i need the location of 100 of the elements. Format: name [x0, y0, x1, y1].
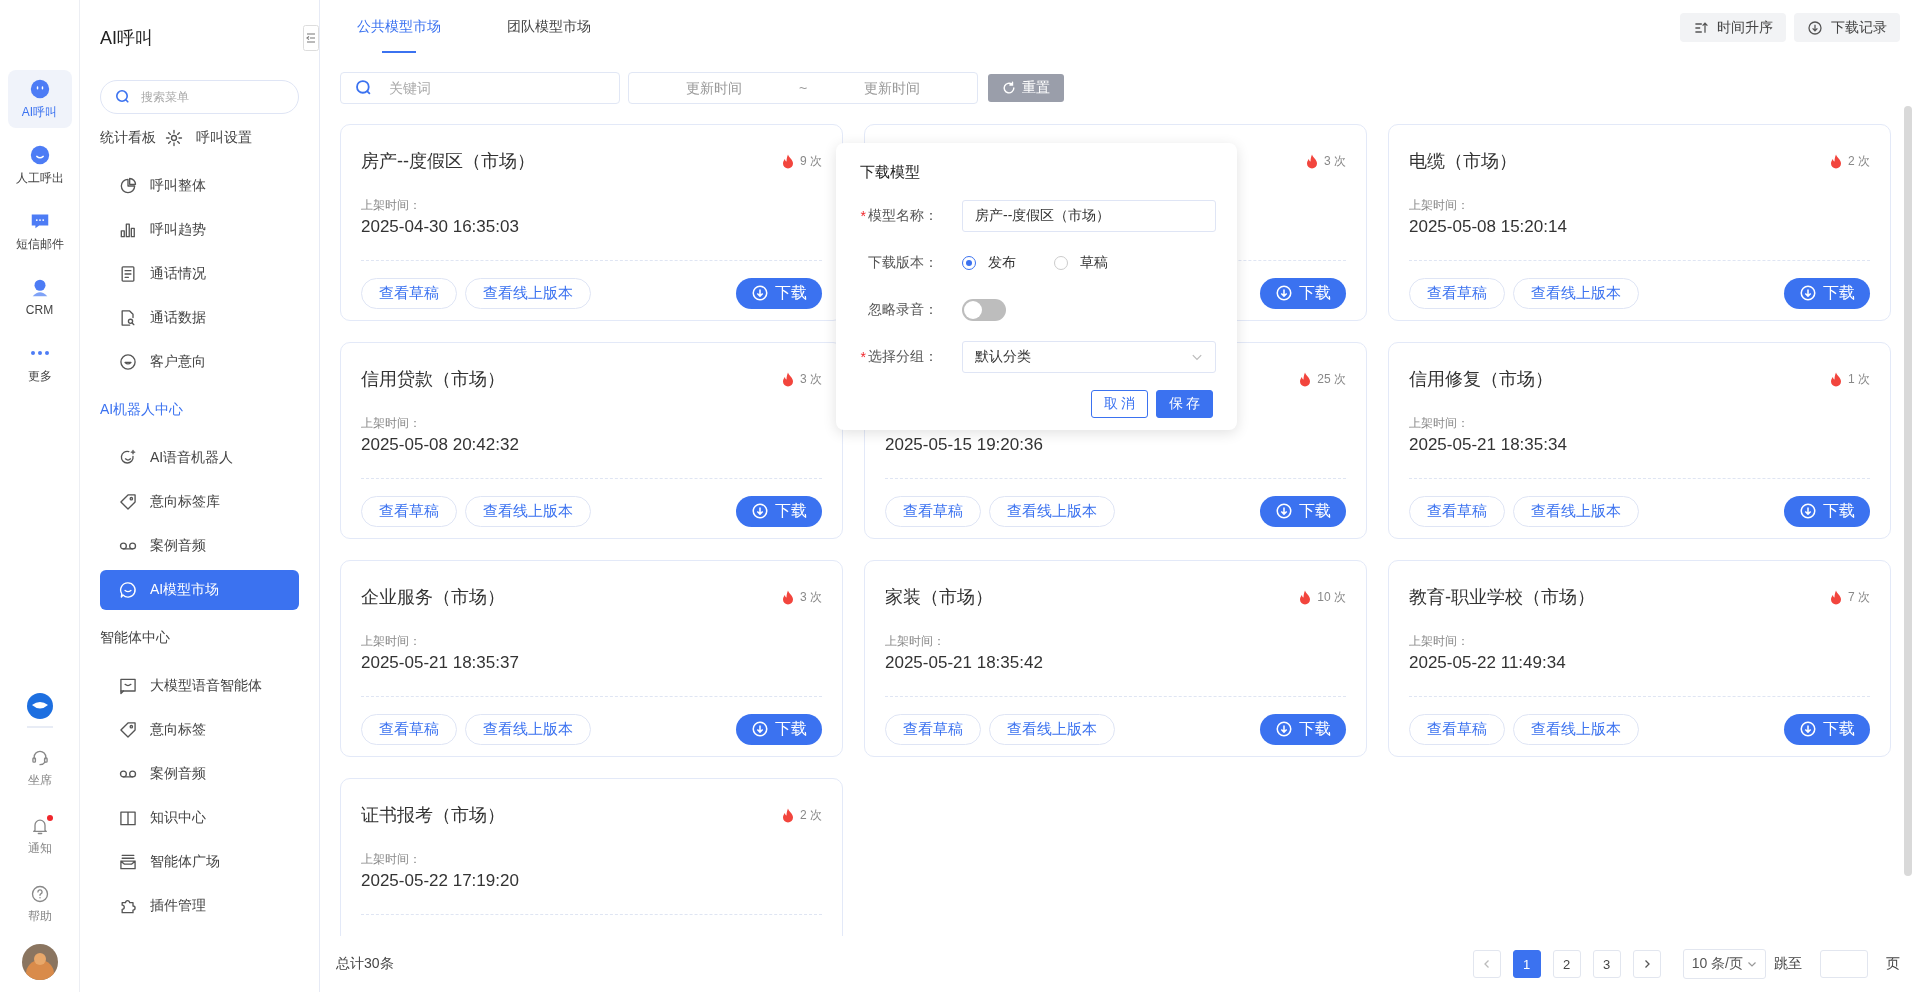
toggle-switch[interactable]: [962, 298, 1006, 321]
menu-item[interactable]: 意向标签库: [100, 482, 299, 522]
cancel-button[interactable]: 取 消: [1091, 390, 1148, 418]
model-name-field[interactable]: 房产--度假区（市场）: [962, 199, 1216, 232]
menu-section-title: 智能体中心: [100, 629, 170, 647]
download-button[interactable]: 下载: [1784, 495, 1870, 527]
view-online-button[interactable]: 查看线上版本: [465, 495, 591, 527]
menu-item[interactable]: 插件管理: [100, 886, 299, 926]
view-online-button[interactable]: 查看线上版本: [1513, 277, 1639, 309]
menu-item[interactable]: 案例音频: [100, 526, 299, 566]
download-button[interactable]: 下载: [1260, 713, 1346, 745]
tab[interactable]: 公共模型市场: [356, 0, 442, 53]
menu-title: AI呼叫: [100, 27, 154, 50]
view-draft-button[interactable]: 查看草稿: [885, 713, 981, 745]
avatar[interactable]: [21, 944, 58, 980]
view-draft-button[interactable]: 查看草稿: [1409, 495, 1505, 527]
flame-icon: [1299, 589, 1312, 605]
rail-nav-item[interactable]: 通知: [7, 808, 72, 864]
rail-nav-item[interactable]: AI呼叫: [7, 70, 72, 128]
page-button[interactable]: 3: [1592, 950, 1621, 978]
listed-label: 上架时间：: [361, 416, 421, 430]
keyword-input[interactable]: 关键词: [387, 79, 605, 97]
start-date-field[interactable]: 更新时间: [629, 79, 799, 97]
download-history-button[interactable]: 下载记录: [1794, 13, 1900, 42]
field-label: 模型名称：: [868, 206, 938, 225]
download-button[interactable]: 下载: [1260, 495, 1346, 527]
rail-nav-item[interactable]: 人工呼出: [7, 136, 72, 194]
menu-item[interactable]: 呼叫趋势: [100, 210, 299, 250]
rail-nav-item[interactable]: 更多: [7, 334, 72, 392]
tag-icon: [118, 492, 138, 512]
menu-item[interactable]: 通话情况: [100, 254, 299, 294]
download-count: 3 次: [1324, 152, 1346, 170]
group-select[interactable]: 默认分类: [962, 340, 1216, 373]
view-draft-button[interactable]: 查看草稿: [361, 713, 457, 745]
view-online-button[interactable]: 查看线上版本: [989, 495, 1115, 527]
menu-item[interactable]: 呼叫设置: [156, 118, 252, 158]
reset-button[interactable]: 重置: [988, 74, 1064, 102]
view-online-button[interactable]: 查看线上版本: [465, 277, 591, 309]
page-size-select[interactable]: 10 条/页: [1682, 949, 1766, 979]
download-count: 1 次: [1848, 370, 1870, 388]
flame-icon: [1830, 371, 1842, 387]
view-online-button[interactable]: 查看线上版本: [1513, 495, 1639, 527]
card-title: 信用贷款（市场）: [361, 368, 505, 391]
listed-time: 2025-05-21 18:35:42: [885, 653, 1043, 672]
end-date-field[interactable]: 更新时间: [807, 79, 977, 97]
radio-option[interactable]: 草稿: [1054, 253, 1108, 272]
download-button[interactable]: 下载: [736, 495, 822, 527]
view-draft-button[interactable]: 查看草稿: [1409, 277, 1505, 309]
radio-option[interactable]: 发布: [962, 253, 1016, 272]
menu-item[interactable]: AI模型市场: [100, 570, 299, 610]
tab[interactable]: 团队模型市场: [506, 0, 592, 53]
view-draft-button[interactable]: 查看草稿: [361, 495, 457, 527]
card-title: 房产--度假区（市场）: [361, 150, 535, 173]
page-button[interactable]: 1: [1512, 950, 1541, 978]
download-button[interactable]: 下载: [736, 713, 822, 745]
menu-item[interactable]: 案例音频: [100, 754, 299, 794]
chevron-down-icon: [1747, 959, 1757, 969]
menu-item[interactable]: 大模型语音智能体: [100, 666, 299, 706]
download-count: 3 次: [800, 588, 822, 606]
download-button[interactable]: 下载: [736, 277, 822, 309]
menu-item[interactable]: 知识中心: [100, 798, 299, 838]
keyword-field[interactable]: 关键词: [340, 72, 620, 104]
next-page-button[interactable]: [1632, 950, 1661, 978]
date-range-field[interactable]: 更新时间 ~ 更新时间: [628, 72, 978, 104]
rail-nav-item[interactable]: 帮助: [7, 876, 72, 932]
download-button[interactable]: 下载: [1784, 713, 1870, 745]
view-draft-button[interactable]: 查看草稿: [885, 495, 981, 527]
rail-nav-item[interactable]: 短信邮件: [7, 202, 72, 260]
rail-nav-item[interactable]: 坐席: [7, 740, 72, 796]
menu-item[interactable]: 通话数据: [100, 298, 299, 338]
page-button[interactable]: 2: [1552, 950, 1581, 978]
view-online-button[interactable]: 查看线上版本: [1513, 713, 1639, 745]
menu-item[interactable]: 呼叫整体: [100, 166, 299, 206]
page-number-field[interactable]: [1820, 950, 1868, 978]
flame-icon: [782, 589, 794, 605]
more-icon: [30, 350, 49, 355]
search-icon: [115, 89, 131, 105]
view-online-button[interactable]: 查看线上版本: [989, 713, 1115, 745]
rail-nav-item[interactable]: CRM: [7, 268, 72, 326]
menu-search-input[interactable]: 搜索菜单: [139, 89, 284, 105]
scrollbar[interactable]: [1904, 106, 1912, 876]
menu-item[interactable]: 客户意向: [100, 342, 299, 382]
view-draft-button[interactable]: 查看草稿: [361, 277, 457, 309]
listed-time: 2025-05-22 17:19:20: [361, 871, 519, 890]
download-circle-icon: [1275, 720, 1293, 738]
menu-item[interactable]: AI语音机器人: [100, 438, 299, 478]
save-button[interactable]: 保 存: [1156, 390, 1213, 418]
download-count: 2 次: [1848, 152, 1870, 170]
flame-icon: [1830, 153, 1842, 169]
download-button[interactable]: 下载: [1260, 277, 1346, 309]
view-online-button[interactable]: 查看线上版本: [465, 713, 591, 745]
menu-item[interactable]: 智能体广场: [100, 842, 299, 882]
download-circle-icon: [1275, 284, 1293, 302]
menu-item[interactable]: 意向标签: [100, 710, 299, 750]
flame-icon: [782, 153, 794, 169]
view-draft-button[interactable]: 查看草稿: [1409, 713, 1505, 745]
previous-page-button[interactable]: [1472, 950, 1501, 978]
flame-icon: [782, 807, 794, 823]
sort-button[interactable]: 时间升序: [1680, 13, 1786, 42]
download-button[interactable]: 下载: [1784, 277, 1870, 309]
